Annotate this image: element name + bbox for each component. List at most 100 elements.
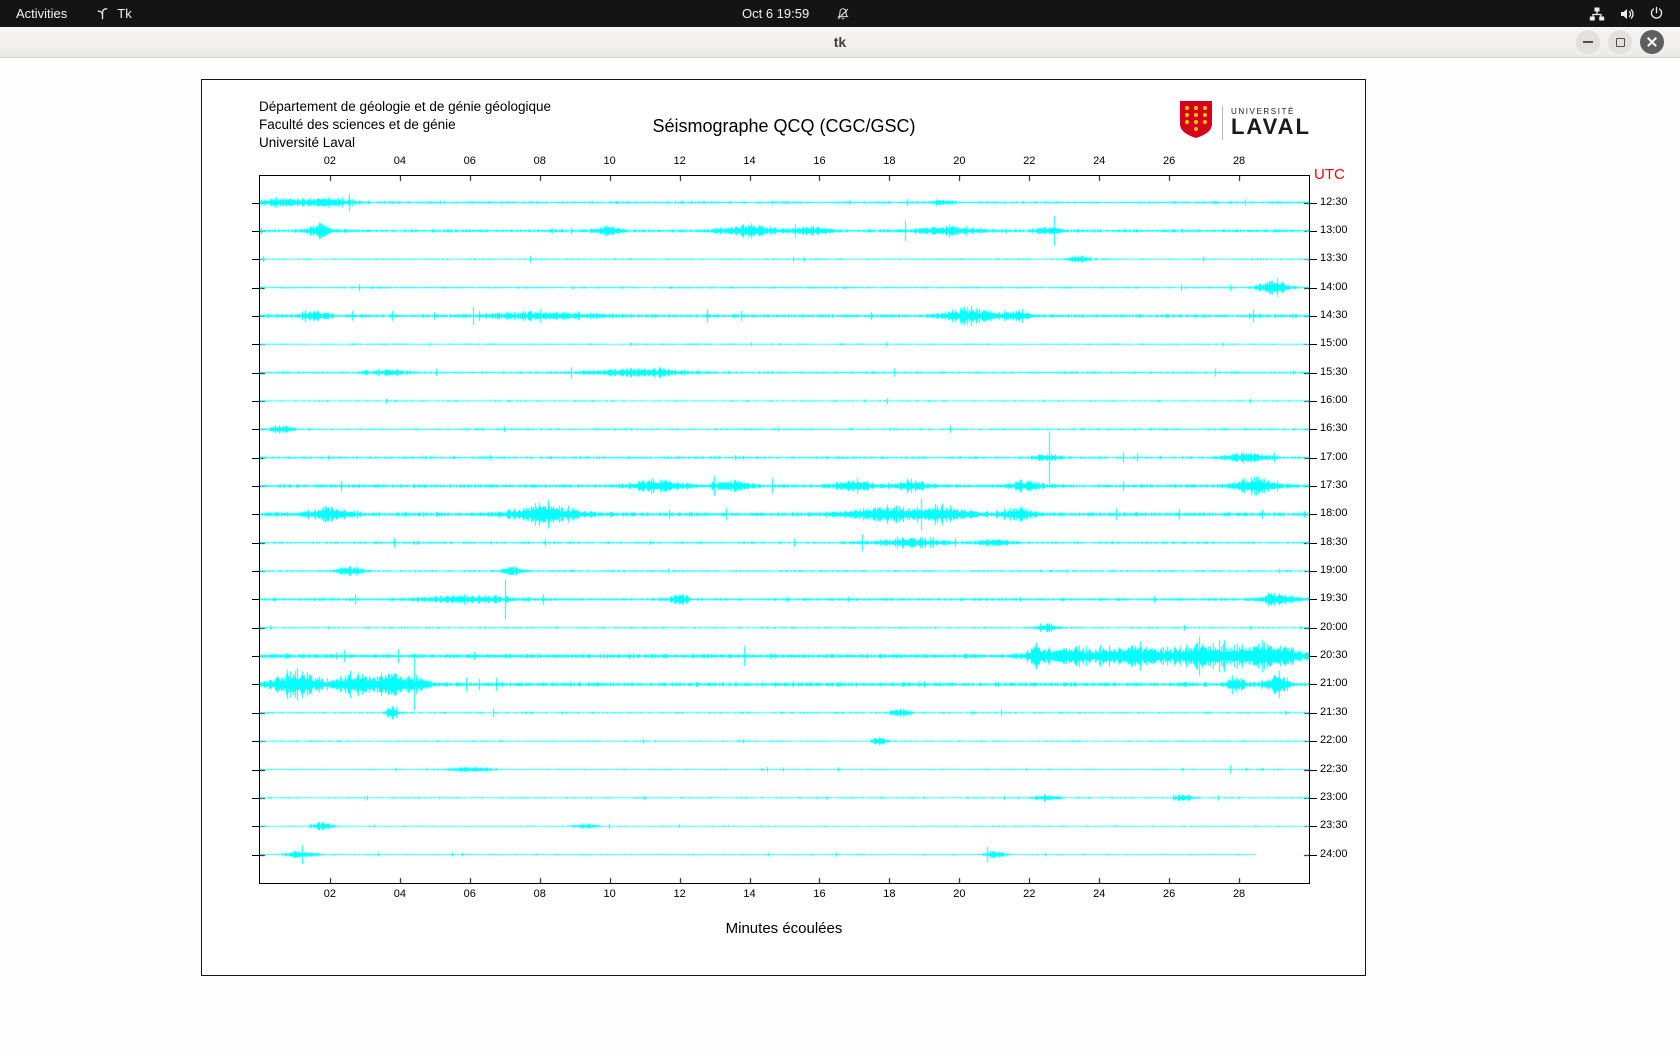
row-tick-left bbox=[252, 543, 259, 544]
row-tick-left bbox=[252, 571, 259, 572]
row-tick-left bbox=[252, 231, 259, 232]
x-tick-label-top: 10 bbox=[604, 155, 616, 167]
utc-label: UTC bbox=[1314, 166, 1345, 183]
row-tick-left bbox=[252, 770, 259, 771]
row-tick-left bbox=[252, 203, 259, 204]
row-tick-left bbox=[252, 656, 259, 657]
x-axis-label: Minutes écoulées bbox=[726, 920, 843, 937]
header-line-1: Département de géologie et de génie géol… bbox=[259, 98, 551, 116]
row-tick-right bbox=[1310, 401, 1317, 402]
row-tick-right bbox=[1310, 656, 1317, 657]
x-tick-label-top: 12 bbox=[673, 155, 685, 167]
time-row-label: 20:00 bbox=[1320, 621, 1348, 633]
time-row-label: 14:00 bbox=[1320, 281, 1348, 293]
universite-laval-logo: UNIVERSITÉ LAVAL bbox=[1178, 100, 1311, 145]
tk-canvas-frame: Département de géologie et de génie géol… bbox=[201, 79, 1366, 976]
time-row-label: 21:30 bbox=[1320, 706, 1348, 718]
x-tick-label-bottom: 02 bbox=[324, 888, 336, 900]
row-tick-right bbox=[1310, 458, 1317, 459]
row-tick-left bbox=[252, 713, 259, 714]
system-status-area[interactable] bbox=[1589, 0, 1680, 27]
row-tick-left bbox=[252, 401, 259, 402]
row-tick-right bbox=[1310, 770, 1317, 771]
close-button[interactable] bbox=[1640, 30, 1664, 54]
row-tick-right bbox=[1310, 855, 1317, 856]
clock-label: Oct 6 19:59 bbox=[742, 6, 809, 21]
row-tick-left bbox=[252, 373, 259, 374]
row-tick-left bbox=[252, 628, 259, 629]
row-tick-right bbox=[1310, 628, 1317, 629]
time-row-label: 13:00 bbox=[1320, 224, 1348, 236]
row-tick-left bbox=[252, 798, 259, 799]
x-tick-label-top: 04 bbox=[394, 155, 406, 167]
x-tick-label-bottom: 28 bbox=[1233, 888, 1245, 900]
x-tick-label-top: 16 bbox=[813, 155, 825, 167]
clock-button[interactable]: Oct 6 19:59 bbox=[742, 0, 809, 27]
row-tick-left bbox=[252, 458, 259, 459]
header-line-3: Université Laval bbox=[259, 134, 551, 152]
x-tick-label-bottom: 12 bbox=[673, 888, 685, 900]
row-tick-left bbox=[252, 486, 259, 487]
row-tick-left bbox=[252, 855, 259, 856]
x-tick-label-bottom: 06 bbox=[464, 888, 476, 900]
window-content: Département de géologie et de génie géol… bbox=[0, 58, 1680, 1050]
seismogram-canvas bbox=[260, 176, 1309, 883]
time-row-label: 23:30 bbox=[1320, 819, 1348, 831]
institution-header: Département de géologie et de génie géol… bbox=[259, 98, 551, 152]
row-tick-left bbox=[252, 599, 259, 600]
row-tick-right bbox=[1310, 231, 1317, 232]
row-tick-right bbox=[1310, 486, 1317, 487]
volume-icon bbox=[1619, 6, 1635, 22]
time-row-label: 15:30 bbox=[1320, 366, 1348, 378]
seismograph-title: Séismographe QCQ (CGC/GSC) bbox=[652, 116, 915, 137]
x-tick-label-top: 22 bbox=[1023, 155, 1035, 167]
time-row-label: 16:00 bbox=[1320, 394, 1348, 406]
time-row-label: 22:30 bbox=[1320, 763, 1348, 775]
time-row-label: 17:00 bbox=[1320, 451, 1348, 463]
x-tick-label-bottom: 04 bbox=[394, 888, 406, 900]
row-tick-right bbox=[1310, 316, 1317, 317]
row-tick-right bbox=[1310, 429, 1317, 430]
x-tick-label-top: 02 bbox=[324, 155, 336, 167]
activities-button[interactable]: Activities bbox=[16, 0, 67, 27]
time-row-label: 13:30 bbox=[1320, 252, 1348, 264]
row-tick-left bbox=[252, 259, 259, 260]
x-tick-label-bottom: 26 bbox=[1163, 888, 1175, 900]
time-row-label: 15:00 bbox=[1320, 337, 1348, 349]
activities-label: Activities bbox=[16, 6, 67, 21]
row-tick-left bbox=[252, 429, 259, 430]
logo-divider bbox=[1222, 106, 1223, 140]
row-tick-left bbox=[252, 684, 259, 685]
minimize-button[interactable] bbox=[1576, 30, 1600, 54]
time-row-label: 18:30 bbox=[1320, 536, 1348, 548]
time-row-label: 17:30 bbox=[1320, 479, 1348, 491]
row-tick-right bbox=[1310, 373, 1317, 374]
time-row-label: 18:00 bbox=[1320, 507, 1348, 519]
time-row-label: 12:30 bbox=[1320, 196, 1348, 208]
time-row-label: 16:30 bbox=[1320, 422, 1348, 434]
row-tick-left bbox=[252, 741, 259, 742]
x-tick-label-top: 14 bbox=[743, 155, 755, 167]
helicorder-plot bbox=[259, 175, 1310, 884]
x-tick-label-bottom: 16 bbox=[813, 888, 825, 900]
row-tick-left bbox=[252, 826, 259, 827]
notifications-muted-icon[interactable] bbox=[836, 0, 850, 27]
x-tick-label-top: 20 bbox=[953, 155, 965, 167]
row-tick-right bbox=[1310, 741, 1317, 742]
laval-shield-icon bbox=[1178, 100, 1214, 145]
time-row-label: 22:00 bbox=[1320, 734, 1348, 746]
app-menu-tk[interactable]: Tk bbox=[95, 0, 131, 27]
row-tick-left bbox=[252, 514, 259, 515]
x-tick-label-top: 06 bbox=[464, 155, 476, 167]
row-tick-right bbox=[1310, 288, 1317, 289]
row-tick-right bbox=[1310, 344, 1317, 345]
time-row-label: 14:30 bbox=[1320, 309, 1348, 321]
x-tick-label-bottom: 10 bbox=[604, 888, 616, 900]
maximize-button[interactable] bbox=[1608, 30, 1632, 54]
time-row-label: 24:00 bbox=[1320, 848, 1348, 860]
logo-text-laval: LAVAL bbox=[1231, 116, 1311, 138]
window-title: tk bbox=[834, 34, 846, 50]
row-tick-right bbox=[1310, 203, 1317, 204]
row-tick-left bbox=[252, 288, 259, 289]
time-row-label: 19:30 bbox=[1320, 592, 1348, 604]
